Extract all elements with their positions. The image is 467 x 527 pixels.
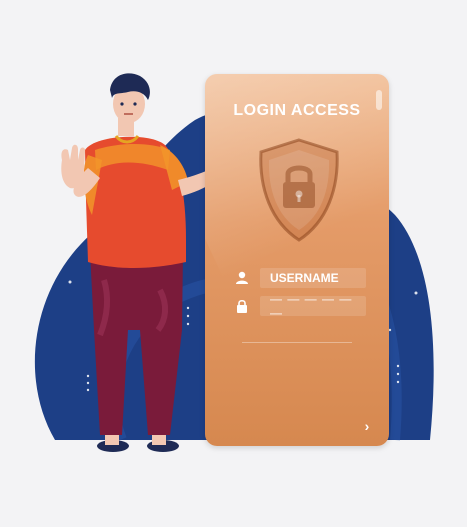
username-field[interactable]: USERNAME (232, 268, 366, 288)
illustration: LOGIN ACCESS USERNAME — — — — — — › (0, 0, 467, 527)
login-title: LOGIN ACCESS (233, 102, 361, 119)
chevron-right-icon[interactable]: › (357, 416, 377, 436)
username-input[interactable]: USERNAME (260, 268, 366, 288)
divider (242, 342, 352, 343)
password-field[interactable]: — — — — — — (232, 292, 366, 320)
password-input[interactable]: — — — — — — (260, 292, 366, 320)
shield-lock-icon (259, 138, 339, 242)
login-card: LOGIN ACCESS USERNAME — — — — — — › (205, 74, 389, 446)
lock-icon (232, 296, 252, 316)
user-icon (232, 268, 252, 288)
